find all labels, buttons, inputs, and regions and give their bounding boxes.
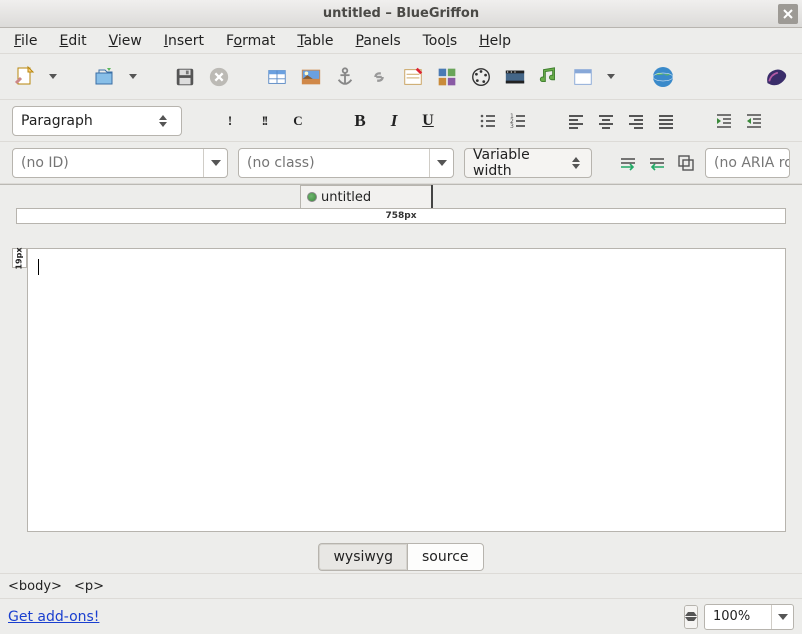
zoom-select[interactable]: 100%	[704, 604, 794, 630]
source-tab[interactable]: source	[407, 543, 484, 571]
code-button[interactable]: C	[286, 109, 310, 133]
menu-format[interactable]: Format	[216, 31, 285, 51]
id-input[interactable]	[13, 149, 203, 177]
attributes-toolbar: Variable width (no ARIA role)	[0, 142, 802, 184]
zoom-controls: 100%	[684, 604, 794, 630]
menu-view[interactable]: View	[99, 31, 152, 51]
zoom-stepper[interactable]	[684, 605, 698, 629]
save-icon[interactable]	[172, 64, 198, 90]
indent-icon[interactable]	[714, 111, 734, 131]
stop-icon[interactable]	[206, 64, 232, 90]
view-mode-tabs: wysiwyg source	[0, 540, 802, 574]
zoom-value: 100%	[705, 609, 771, 624]
new-dropdown[interactable]	[46, 74, 60, 79]
image-icon[interactable]	[298, 64, 324, 90]
video-icon[interactable]	[502, 64, 528, 90]
editor-area: 19px	[0, 224, 802, 540]
breadcrumb-body[interactable]: <body>	[8, 579, 62, 594]
italic-button[interactable]: I	[382, 109, 406, 133]
svg-text:3: 3	[510, 123, 514, 130]
menu-edit[interactable]: Edit	[49, 31, 96, 51]
breadcrumb-p[interactable]: <p>	[74, 579, 104, 594]
svg-icon[interactable]	[468, 64, 494, 90]
browser-icon[interactable]	[650, 64, 676, 90]
menu-table[interactable]: Table	[287, 31, 343, 51]
font-select-label: Variable width	[473, 147, 566, 179]
blank-dropdown[interactable]	[604, 74, 618, 79]
id-combo[interactable]	[12, 148, 228, 178]
table-icon[interactable]	[264, 64, 290, 90]
window-title: untitled – BlueGriffon	[0, 6, 802, 21]
audio-icon[interactable]	[536, 64, 562, 90]
strong-emphasis-button[interactable]: !	[218, 109, 242, 133]
direction-ltr-icon[interactable]	[619, 153, 638, 173]
align-right-icon[interactable]	[626, 111, 646, 131]
form-icon[interactable]	[400, 64, 426, 90]
open-dropdown[interactable]	[126, 74, 140, 79]
aria-role-label: (no ARIA role)	[714, 155, 790, 171]
format-toolbar: Paragraph ! !! C B I U 123	[0, 100, 802, 142]
unordered-list-icon[interactable]	[478, 111, 498, 131]
stronger-emphasis-button[interactable]: !!	[252, 109, 276, 133]
document-tab[interactable]: untitled	[300, 185, 432, 208]
menu-panels[interactable]: Panels	[346, 31, 411, 51]
anchor-icon[interactable]	[332, 64, 358, 90]
menubar: File Edit View Insert Format Table Panel…	[0, 28, 802, 54]
ordered-list-icon[interactable]: 123	[508, 111, 528, 131]
zoom-up-icon[interactable]	[685, 606, 697, 617]
font-select[interactable]: Variable width	[464, 148, 592, 178]
statusbar: Get add-ons! 100%	[0, 598, 802, 634]
main-toolbar	[0, 54, 802, 100]
tab-label: untitled	[321, 190, 371, 205]
titlebar: untitled – BlueGriffon	[0, 0, 802, 28]
close-icon[interactable]	[778, 4, 798, 24]
zoom-dropdown-icon[interactable]	[771, 605, 793, 629]
text-cursor	[38, 259, 39, 275]
horizontal-ruler: 758px	[16, 208, 786, 224]
menu-tools[interactable]: Tools	[413, 31, 468, 51]
id-dropdown-icon[interactable]	[203, 149, 227, 177]
editor-canvas[interactable]	[27, 248, 786, 532]
layers-icon[interactable]	[676, 153, 695, 173]
align-center-icon[interactable]	[596, 111, 616, 131]
menu-file[interactable]: File	[4, 31, 47, 51]
paragraph-select-label: Paragraph	[21, 113, 153, 129]
paragraph-select[interactable]: Paragraph	[12, 106, 182, 136]
vertical-ruler: 19px	[12, 248, 27, 268]
tab-status-icon	[307, 192, 317, 202]
aria-role-select[interactable]: (no ARIA role)	[705, 148, 790, 178]
direction-rtl-icon[interactable]	[648, 153, 667, 173]
document-tabbar: untitled	[0, 184, 802, 208]
widget-icon[interactable]	[434, 64, 460, 90]
element-breadcrumb: <body> <p>	[0, 574, 802, 598]
bold-button[interactable]: B	[348, 109, 372, 133]
align-justify-icon[interactable]	[656, 111, 676, 131]
blank-icon[interactable]	[570, 64, 596, 90]
wysiwyg-tab[interactable]: wysiwyg	[318, 543, 407, 571]
link-icon[interactable]	[366, 64, 392, 90]
menu-help[interactable]: Help	[469, 31, 521, 51]
class-input[interactable]	[239, 149, 429, 177]
class-combo[interactable]	[238, 148, 454, 178]
bluegriffon-logo-icon	[764, 64, 790, 90]
open-icon[interactable]	[92, 64, 118, 90]
menu-insert[interactable]: Insert	[154, 31, 214, 51]
underline-button[interactable]: U	[416, 109, 440, 133]
align-left-icon[interactable]	[566, 111, 586, 131]
zoom-down-icon[interactable]	[685, 617, 697, 628]
get-addons-link[interactable]: Get add-ons!	[8, 609, 99, 625]
class-dropdown-icon[interactable]	[429, 149, 453, 177]
outdent-icon[interactable]	[744, 111, 764, 131]
new-icon[interactable]	[12, 64, 38, 90]
tabbar-separator	[431, 185, 433, 208]
